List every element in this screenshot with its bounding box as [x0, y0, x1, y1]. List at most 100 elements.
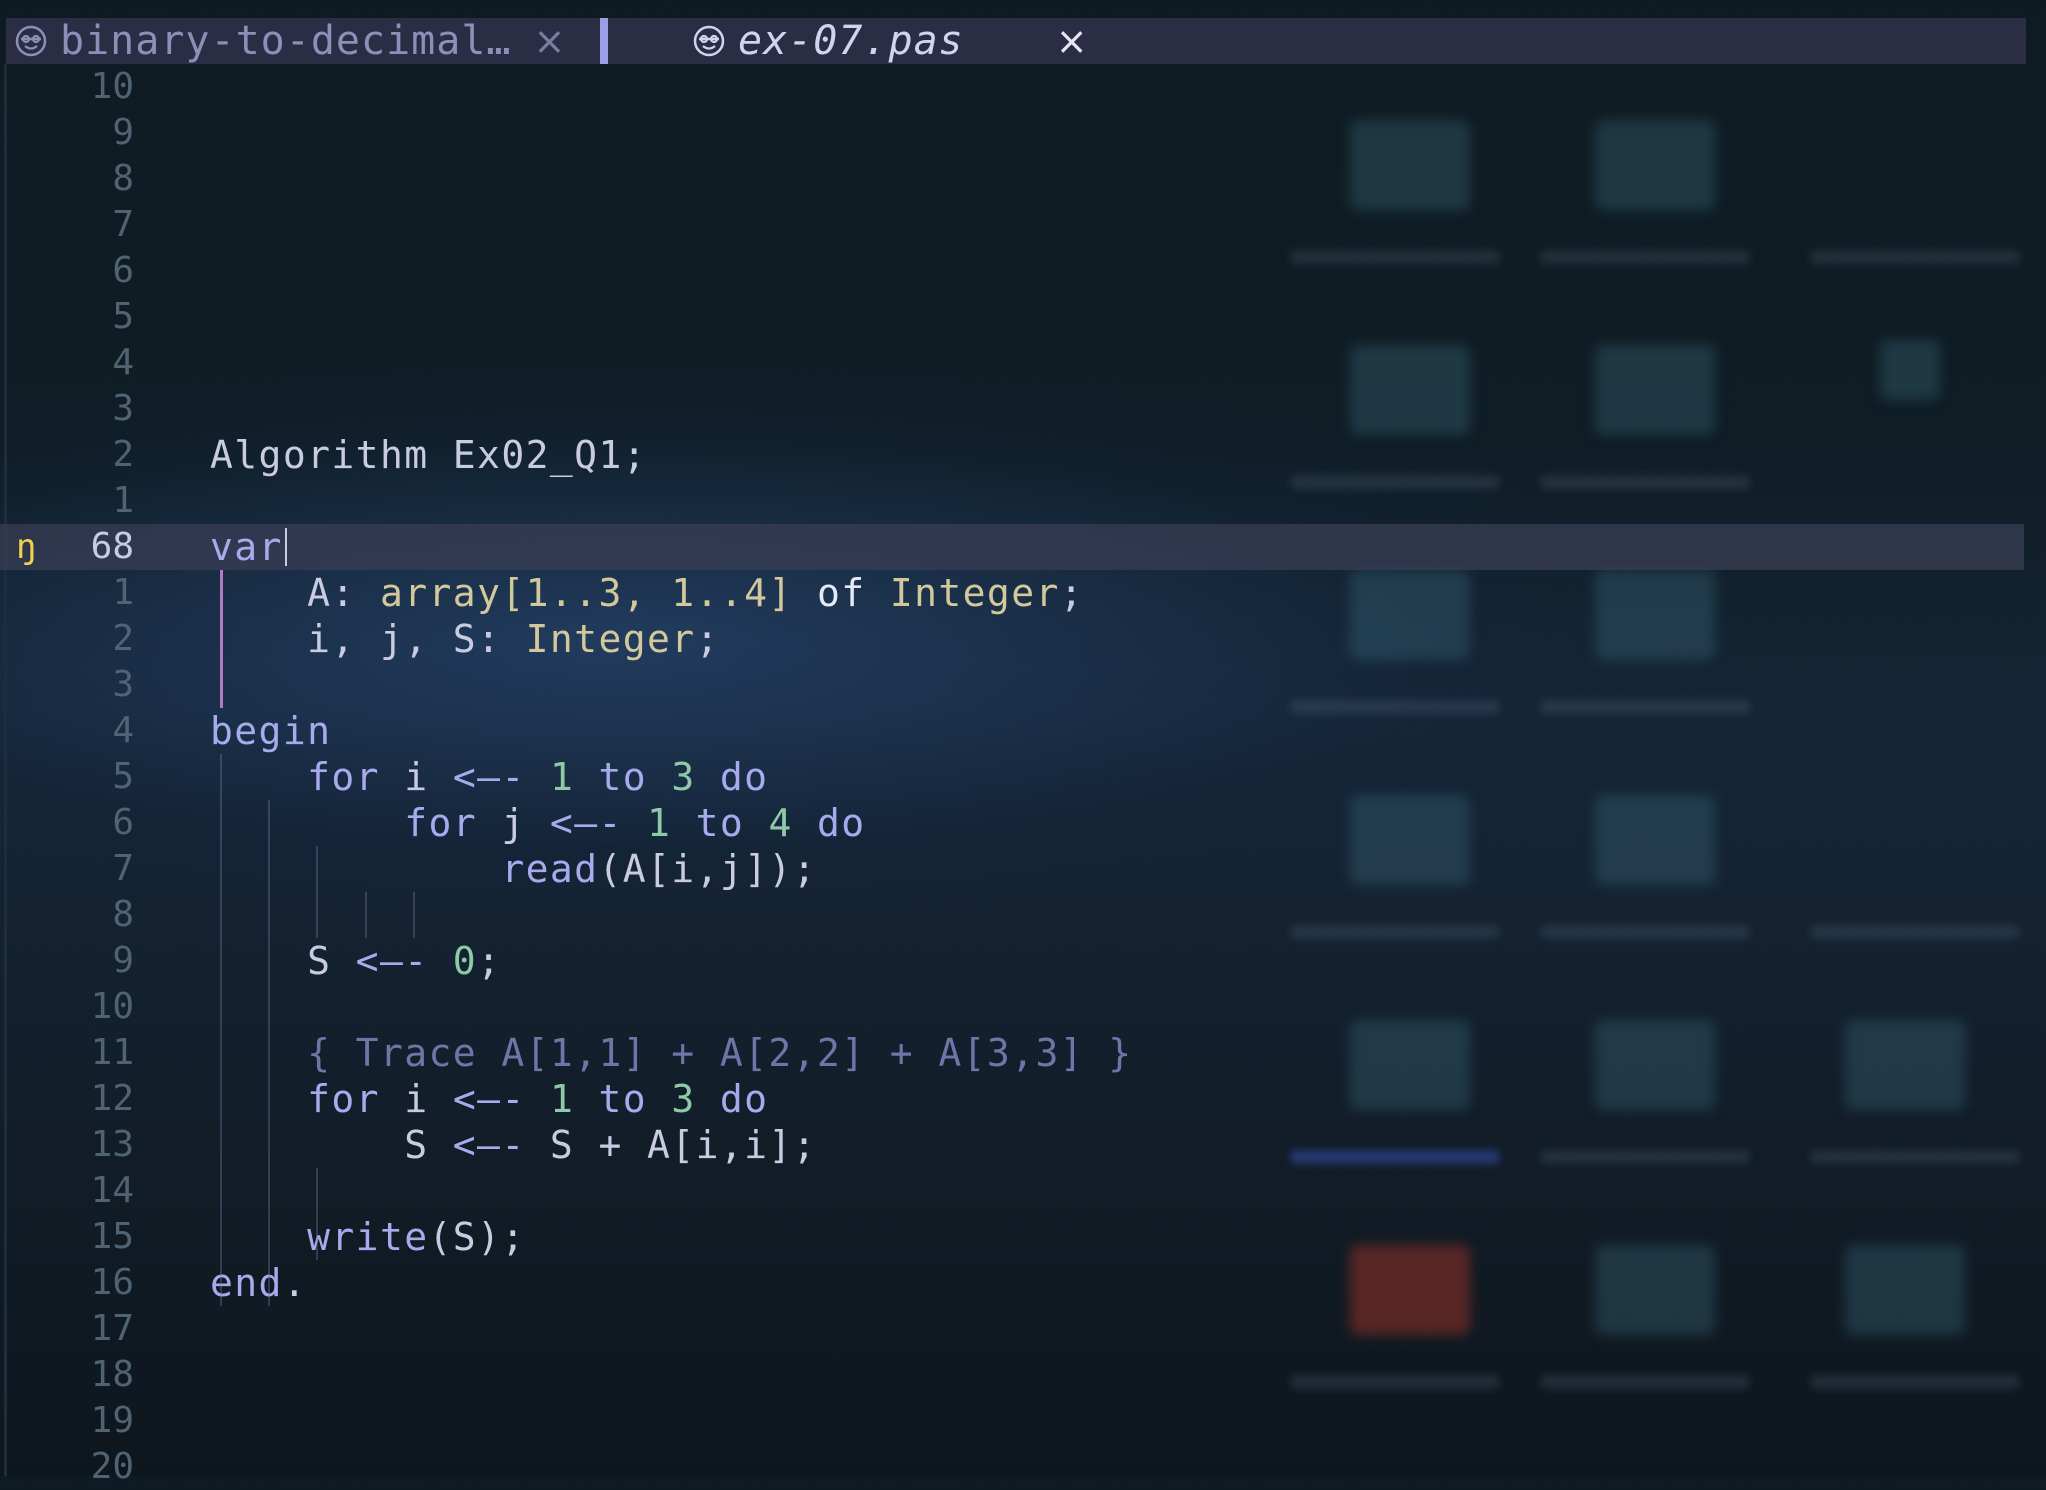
code-token: to: [598, 1077, 648, 1121]
code-line[interactable]: 16 end.: [0, 1260, 2030, 1306]
code-line[interactable]: 1 A: array[1..3, 1..4] of Integer;: [0, 570, 2030, 616]
code-token: S: [210, 1123, 453, 1167]
code-line[interactable]: 12 for i <—- 1 to 3 do: [0, 1076, 2030, 1122]
code-line[interactable]: 7: [0, 202, 2030, 248]
indent-guide: [220, 570, 223, 708]
indent-guide: [220, 754, 222, 1306]
code-line[interactable]: 10: [0, 984, 2030, 1030]
code-token: i: [379, 755, 453, 799]
code-token: begin: [210, 709, 332, 753]
code-line[interactable]: 4 begin: [0, 708, 2030, 754]
code-token: write: [307, 1215, 429, 1259]
code-token: 1: [647, 801, 672, 845]
code-line[interactable]: 13 S <—- S + A[i,i];: [0, 1122, 2030, 1168]
code-text: A: array[1..3, 1..4] of Integer;: [210, 570, 1084, 616]
code-token: (A[i,j]);: [598, 847, 817, 891]
code-line[interactable]: 19: [0, 1398, 2030, 1444]
git-change-marker: ŋ: [16, 527, 37, 567]
code-line[interactable]: 6: [0, 248, 2030, 294]
code-line[interactable]: 7 read(A[i,j]);: [0, 846, 2030, 892]
code-line[interactable]: 5 for i <—- 1 to 3 do: [0, 754, 2030, 800]
tab-binary-to-decimal[interactable]: binary-to-decimal… ×: [14, 18, 565, 64]
line-number: 16: [90, 1262, 134, 1303]
code-token: 3: [671, 1077, 696, 1121]
code-text: for i <—- 1 to 3 do: [210, 754, 768, 800]
code-line[interactable]: 17: [0, 1306, 2030, 1352]
code-text: { Trace A[1,1] + A[2,2] + A[3,3] }: [210, 1030, 1133, 1076]
code-token: of: [816, 571, 866, 615]
code-token: do: [719, 755, 769, 799]
indent-guide: [316, 846, 318, 938]
code-token: { Trace A[1,1] + A[2,2] + A[3,3] }: [210, 1031, 1133, 1075]
code-editor[interactable]: 10 9 8 7 6 5 4 3 2 Algorithm Ex02_Q1; 1 68 ŋ var 1 A: …: [0, 64, 2046, 1487]
code-line[interactable]: 9: [0, 110, 2030, 156]
code-token: ;: [695, 617, 720, 661]
code-line[interactable]: 3: [0, 386, 2030, 432]
code-line[interactable]: 11 { Trace A[1,1] + A[2,2] + A[3,3] }: [0, 1030, 2030, 1076]
code-line[interactable]: 8: [0, 892, 2030, 938]
code-token: i, j, S:: [210, 617, 526, 661]
pascal-icon: [693, 25, 725, 57]
line-number: 2: [112, 618, 134, 659]
code-token: read: [501, 847, 599, 891]
code-text: var: [210, 524, 287, 570]
code-line[interactable]: 3: [0, 662, 2030, 708]
code-token: for: [307, 755, 380, 799]
line-number: 7: [112, 848, 134, 889]
line-number: 10: [90, 986, 134, 1027]
code-token: Algorithm Ex02_Q1;: [210, 433, 648, 477]
line-number: 10: [90, 66, 134, 107]
code-text: begin: [210, 708, 331, 754]
code-token: ;: [477, 939, 502, 983]
line-number: 4: [112, 342, 134, 383]
line-number: 9: [112, 112, 134, 153]
line-number: 2: [112, 434, 134, 475]
line-number: 6: [112, 802, 134, 843]
text-cursor: [284, 528, 287, 566]
line-number: 20: [90, 1446, 134, 1487]
close-icon[interactable]: ×: [533, 19, 565, 63]
code-line[interactable]: 8: [0, 156, 2030, 202]
code-text: for j <—- 1 to 4 do: [210, 800, 866, 846]
line-number: 3: [112, 388, 134, 429]
code-line[interactable]: 5: [0, 294, 2030, 340]
code-line[interactable]: 14: [0, 1168, 2030, 1214]
tab-divider: [600, 18, 608, 64]
code-token: <—-: [452, 755, 526, 799]
code-line[interactable]: 4: [0, 340, 2030, 386]
code-text: S <—- S + A[i,i];: [210, 1122, 817, 1168]
pascal-icon: [15, 25, 47, 57]
line-number: 8: [112, 158, 134, 199]
code-token: 3: [671, 755, 696, 799]
line-number: 4: [112, 710, 134, 751]
code-token: .: [282, 1261, 308, 1305]
code-line[interactable]: 18: [0, 1352, 2030, 1398]
code-line[interactable]: 2 Algorithm Ex02_Q1;: [0, 432, 2030, 478]
code-line[interactable]: 1: [0, 478, 2030, 524]
tab-ex-07[interactable]: ex-07.pas ×: [692, 18, 1088, 64]
code-token: <—-: [452, 1077, 526, 1121]
code-text: write(S);: [210, 1214, 526, 1260]
code-line[interactable]: 20: [0, 1444, 2030, 1490]
code-line[interactable]: 15 write(S);: [0, 1214, 2030, 1260]
line-number: 19: [90, 1400, 134, 1441]
close-icon[interactable]: ×: [1056, 19, 1088, 63]
code-token: 0: [452, 939, 478, 983]
code-line[interactable]: 9 S <—- 0;: [0, 938, 2030, 984]
current-line[interactable]: 68 ŋ var: [0, 524, 2024, 570]
code-token: 1: [549, 1077, 575, 1121]
code-line[interactable]: 10: [0, 64, 2030, 110]
line-number: 3: [112, 664, 134, 705]
code-line[interactable]: 6 for j <—- 1 to 4 do: [0, 800, 2030, 846]
code-line[interactable]: 2 i, j, S: Integer;: [0, 616, 2030, 662]
